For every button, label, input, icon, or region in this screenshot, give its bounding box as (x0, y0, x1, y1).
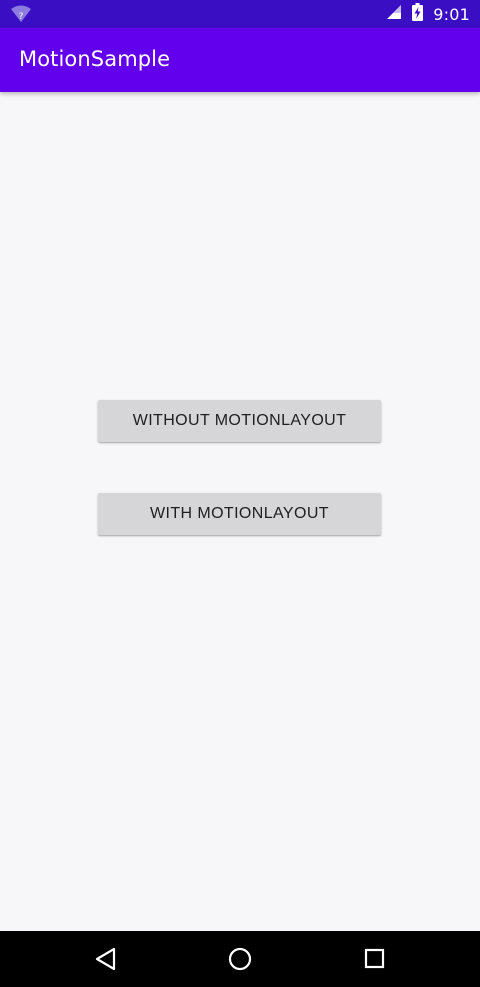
recents-icon[interactable] (361, 945, 389, 973)
with-motionlayout-button[interactable]: WITH MOTIONLAYOUT (98, 493, 381, 535)
navigation-bar (0, 931, 480, 987)
status-time: 9:01 (433, 4, 470, 24)
wifi-icon: ? (10, 4, 32, 24)
app-bar: MotionSample (0, 28, 480, 92)
status-bar: ? 9:01 (0, 0, 480, 28)
back-icon[interactable] (92, 945, 120, 973)
cell-signal-icon (386, 4, 402, 24)
wifi-badge: ? (19, 12, 24, 22)
app-title: MotionSample (19, 47, 171, 71)
home-icon[interactable] (226, 945, 254, 973)
without-motionlayout-button[interactable]: WITHOUT MOTIONLAYOUT (98, 400, 381, 442)
battery-charging-icon (412, 3, 424, 25)
